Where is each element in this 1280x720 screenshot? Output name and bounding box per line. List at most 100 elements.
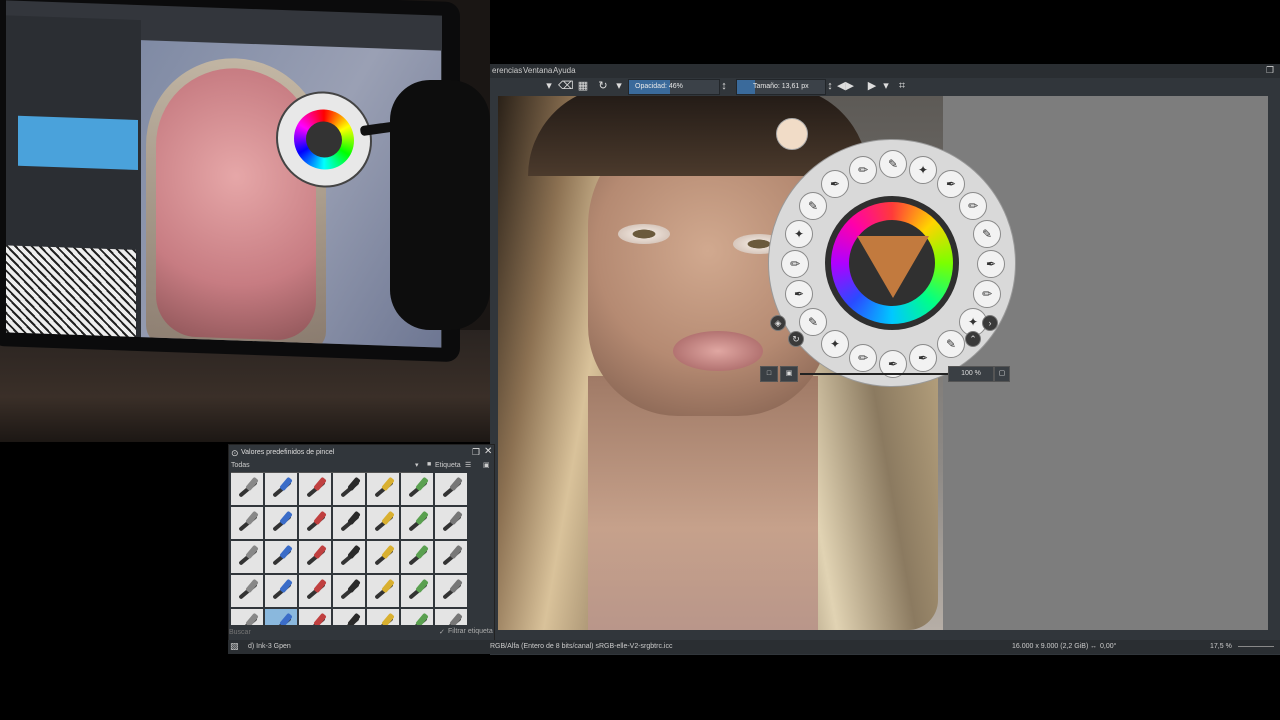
brush-preset-thumb[interactable] (231, 541, 263, 573)
brush-slot-icon[interactable]: ✒ (821, 170, 849, 198)
brush-preset-thumb[interactable] (401, 609, 433, 625)
brush-slot-icon[interactable]: ✒ (977, 250, 1005, 278)
zoom-slider[interactable] (1238, 646, 1274, 647)
reset-rotation-icon[interactable]: ↻ (788, 331, 804, 347)
brush-preset-thumb[interactable] (231, 473, 263, 505)
filter-tag-label[interactable]: Filtrar etiqueta (448, 628, 493, 635)
menu-item-help[interactable]: Ayuda (553, 66, 576, 75)
brush-preset-icon[interactable]: ▧ (230, 641, 239, 652)
opacity-slider[interactable]: Opacidad: 46% (628, 79, 720, 95)
brush-slot-icon[interactable]: ✎ (799, 308, 827, 336)
brush-preset-thumb[interactable] (367, 609, 399, 625)
brush-slot-icon[interactable]: ✎ (879, 150, 907, 178)
brush-preset-thumb[interactable] (299, 473, 331, 505)
brush-preset-thumb[interactable] (333, 575, 365, 607)
search-input[interactable] (229, 627, 429, 637)
brush-preset-thumb[interactable] (231, 609, 263, 625)
brush-preset-thumb[interactable] (367, 575, 399, 607)
brush-slot-icon[interactable]: ✎ (973, 220, 1001, 248)
brush-preset-thumb[interactable] (333, 507, 365, 539)
brush-preset-thumb[interactable] (367, 541, 399, 573)
brush-preset-thumb[interactable] (435, 473, 467, 505)
docker-lock-icon[interactable]: ⊙ (231, 448, 239, 459)
mirror-vertical-icon[interactable]: ▶ (866, 80, 878, 92)
brush-slot-icon[interactable]: ✒ (785, 280, 813, 308)
settings-icon[interactable]: ▣ (483, 461, 490, 469)
chevron-down-icon[interactable]: ▾ (415, 461, 419, 469)
brush-preset-thumb[interactable] (265, 507, 297, 539)
brush-tip-icon (381, 612, 395, 625)
brush-preset-thumb[interactable] (401, 507, 433, 539)
brush-preset-thumb[interactable] (333, 473, 365, 505)
next-tag-icon[interactable]: › (982, 315, 998, 331)
brush-preset-thumb[interactable] (401, 473, 433, 505)
brush-preset-thumb[interactable] (401, 541, 433, 573)
brush-slot-icon[interactable]: ✏ (973, 280, 1001, 308)
brush-slot-icon[interactable]: ✦ (909, 156, 937, 184)
brush-preset-thumb[interactable] (299, 609, 331, 625)
brush-preset-thumb[interactable] (265, 541, 297, 573)
view-mode-icon[interactable]: ☰ (465, 461, 471, 469)
window-restore-icon[interactable]: ❐ (1266, 65, 1274, 76)
size-label: Tamaño: 13,61 px (753, 83, 809, 90)
mirror-horizontal-icon[interactable]: ◀▶ (837, 80, 854, 92)
brush-preset-thumb[interactable] (265, 575, 297, 607)
rotation-value: 0,00° (1100, 643, 1117, 650)
zoom-value[interactable]: 100 % (948, 366, 994, 382)
checkbox-checked-icon[interactable]: ✓ (439, 628, 445, 636)
tag-icon[interactable]: ■ (427, 461, 431, 468)
brush-slot-icon[interactable]: ✏ (959, 192, 987, 220)
saturation-value-triangle[interactable] (857, 236, 929, 298)
tag-filter-select[interactable]: Todas (231, 462, 421, 473)
brush-preset-thumb[interactable] (401, 575, 433, 607)
brush-preset-thumb[interactable] (435, 575, 467, 607)
brush-preset-thumb[interactable] (435, 507, 467, 539)
brush-preset-thumb[interactable] (231, 507, 263, 539)
current-brush-name[interactable]: d) Ink-3 Gpen (248, 643, 291, 650)
eraser-icon[interactable]: ⌫ (558, 80, 574, 92)
brush-preset-thumb[interactable] (333, 541, 365, 573)
canvas-only-icon[interactable]: ▣ (780, 366, 798, 382)
brush-slot-icon[interactable]: ✒ (937, 170, 965, 198)
dropdown-arrow-icon[interactable]: ▾ (543, 80, 555, 92)
zoom-level[interactable]: 17,5 % (1210, 643, 1232, 650)
menu-item-preferences[interactable]: erencias (492, 66, 522, 75)
popup-palette[interactable]: ✎ ✦ ✒ ✏ ✎ ✒ ✏ ✦ ✎ ✒ ✒ ✏ ✦ ✎ ✒ ✏ ✦ ✎ ✒ ✏ (768, 139, 1016, 387)
brush-slot-icon[interactable]: ✏ (849, 156, 877, 184)
brush-slot-icon[interactable]: ✎ (937, 330, 965, 358)
blend-mode-dropdown-icon[interactable]: ▾ (613, 80, 625, 92)
fit-icon[interactable]: ▢ (994, 366, 1010, 382)
brush-slot-icon[interactable]: ✦ (821, 330, 849, 358)
reload-preset-icon[interactable]: ↻ (597, 80, 609, 92)
brush-preset-thumb[interactable] (367, 507, 399, 539)
brush-preset-thumb[interactable] (299, 507, 331, 539)
brush-preset-thumb[interactable] (299, 575, 331, 607)
canvas-area[interactable]: ✎ ✦ ✒ ✏ ✎ ✒ ✏ ✦ ✎ ✒ ✒ ✏ ✦ ✎ ✒ ✏ ✦ ✎ ✒ ✏ … (498, 96, 1268, 630)
zoom-slider-track[interactable] (800, 373, 950, 375)
tag-switch-icon[interactable]: ◈ (770, 315, 786, 331)
size-spin-icon[interactable]: ↕ (824, 80, 836, 92)
brush-preset-thumb[interactable] (367, 473, 399, 505)
brush-slot-icon[interactable]: ✏ (781, 250, 809, 278)
opacity-spin-icon[interactable]: ↕ (718, 80, 730, 92)
tag-label[interactable]: Etiqueta (435, 462, 461, 469)
size-slider[interactable]: Tamaño: 13,61 px (736, 79, 826, 95)
palette-settings-icon[interactable]: ⌃ (965, 331, 981, 347)
brush-preset-thumb[interactable] (265, 473, 297, 505)
brush-preset-thumb[interactable] (299, 541, 331, 573)
close-icon[interactable]: ✕ (484, 446, 492, 457)
menu-item-window[interactable]: Ventana (523, 66, 552, 75)
alpha-lock-icon[interactable]: ▦ (577, 80, 589, 92)
brush-preset-thumb[interactable] (435, 609, 467, 625)
mirror-dropdown-icon[interactable]: ▾ (880, 80, 892, 92)
brush-slot-icon[interactable]: ✦ (785, 220, 813, 248)
foreground-color-swatch[interactable] (776, 118, 808, 150)
brush-preset-thumb[interactable] (435, 541, 467, 573)
wrap-around-icon[interactable]: ⌗ (896, 80, 908, 92)
mirror-view-icon[interactable]: □ (760, 366, 778, 382)
brush-preset-thumb[interactable] (231, 575, 263, 607)
brush-preset-thumb[interactable] (333, 609, 365, 625)
brush-slot-icon[interactable]: ✎ (799, 192, 827, 220)
brush-preset-thumb[interactable] (265, 609, 297, 625)
float-icon[interactable]: ❐ (472, 447, 480, 458)
